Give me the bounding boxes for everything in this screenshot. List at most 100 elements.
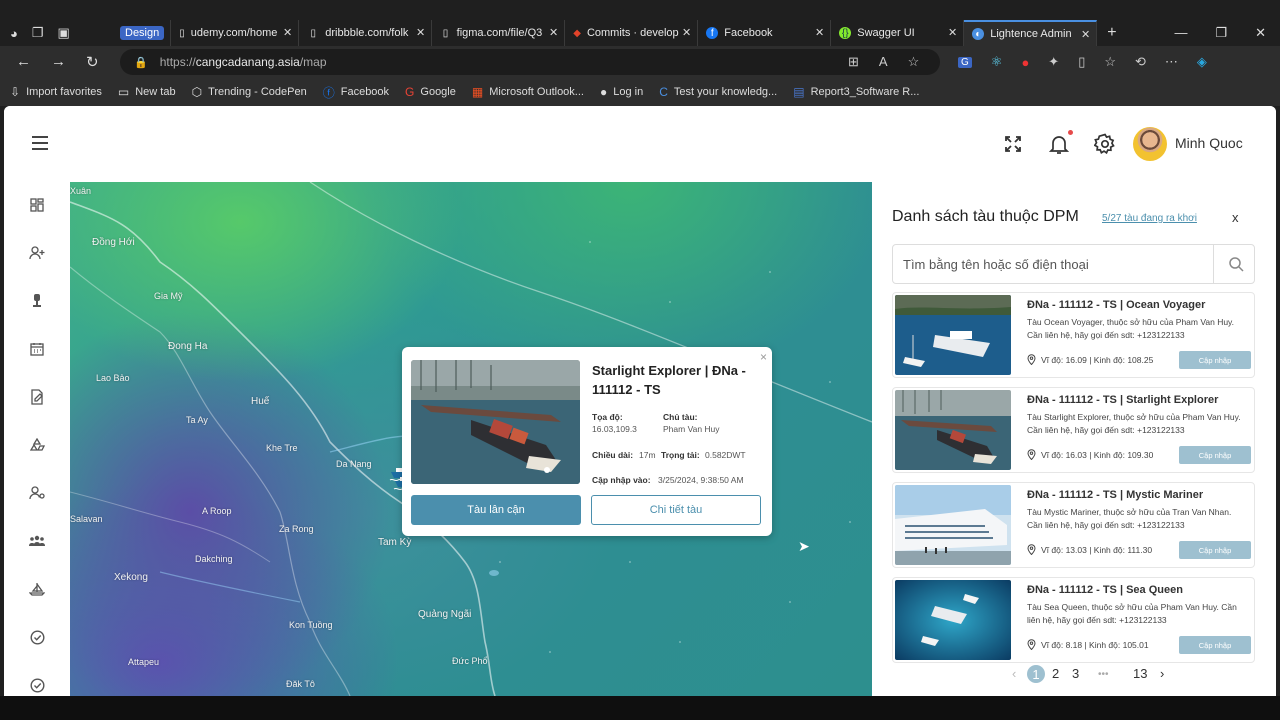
pagination-page-3[interactable]: 3 [1072, 666, 1079, 681]
ship-detail-button[interactable]: Chi tiết tàu [591, 495, 761, 525]
url-field[interactable]: 🔒 https://cangcadanang.asia/map [120, 49, 940, 75]
pagination-next[interactable]: › [1160, 666, 1164, 681]
adblock-icon[interactable]: ● [1021, 55, 1029, 70]
recycle-icon[interactable] [28, 436, 46, 454]
profile-icon[interactable]: ◕ [10, 26, 18, 41]
map-label: Salavan [70, 514, 103, 524]
bookmark-report[interactable]: ▤ Report3_Software R... [793, 85, 919, 99]
tab-lightence[interactable]: ◐ Lightence Admin ✕ [964, 20, 1098, 46]
tab-facebook[interactable]: f Facebook ✕ [698, 20, 832, 46]
bookmark-outlook[interactable]: ▦ Microsoft Outlook... [472, 85, 584, 99]
ship-card-title: ĐNa - 111112 - TS | Mystic Mariner [1027, 489, 1204, 501]
weather-map[interactable]: Xuân Đồng Hới Gia Mỹ Đong Ha Lao Bảo Huế… [70, 182, 872, 696]
workspaces-icon[interactable]: ❐ [32, 25, 44, 41]
notification-dot [1068, 130, 1073, 135]
calendar-icon[interactable] [28, 340, 46, 358]
panel-title: Danh sách tàu thuộc DPM [892, 208, 1079, 225]
pagination-page-1[interactable]: 1 [1027, 665, 1045, 683]
ship-photo [411, 360, 580, 484]
read-aloud-icon[interactable]: A [879, 54, 888, 70]
ship-icon[interactable] [28, 580, 46, 598]
pagination-prev[interactable]: ‹ [1012, 666, 1016, 681]
user-add-icon[interactable] [28, 244, 46, 262]
close-tab-icon[interactable]: ✕ [815, 26, 824, 39]
tab-group-design[interactable]: Design [112, 20, 172, 46]
user-name[interactable]: Minh Quoc [1175, 135, 1243, 151]
copilot-icon[interactable]: ◈ [1197, 54, 1207, 70]
update-button[interactable]: Cập nhập [1179, 541, 1251, 559]
close-tab-icon[interactable]: ✕ [948, 26, 957, 39]
bookmark-google[interactable]: G Google [405, 85, 456, 99]
tab-dribbble[interactable]: ▯ dribbble.com/folk ✕ [299, 20, 433, 46]
user-settings-icon[interactable] [28, 484, 46, 502]
ship-card[interactable]: ĐNa - 111112 - TS | Sea Queen Tàu Sea Qu… [892, 577, 1255, 663]
new-tab-icon[interactable]: + [1107, 24, 1116, 42]
back-icon[interactable]: ← [16, 53, 31, 71]
panel-close-button[interactable]: x [1232, 210, 1239, 225]
minimize-icon[interactable]: — [1174, 25, 1187, 41]
react-devtools-icon[interactable]: ⚛ [991, 54, 1003, 70]
map-label: Tam Kỳ [378, 537, 412, 548]
ship-photo [895, 390, 1011, 470]
trophy-icon[interactable] [28, 292, 46, 310]
pagination-page-last[interactable]: 13 [1133, 666, 1147, 681]
avatar[interactable] [1133, 127, 1167, 161]
bookmark-facebook[interactable]: ⓕ Facebook [323, 84, 389, 101]
fullscreen-icon[interactable] [1001, 132, 1025, 156]
bell-icon[interactable] [1047, 132, 1071, 156]
search-icon[interactable] [1228, 256, 1244, 272]
ship-card[interactable]: ĐNa - 111112 - TS | Ocean Voyager Tàu Oc… [892, 292, 1255, 378]
map-label: Xuân [70, 186, 92, 196]
tab-udemy[interactable]: ▯ udemy.com/home ✕ [171, 20, 300, 46]
refresh-icon[interactable]: ↻ [86, 53, 99, 71]
favorite-star-icon[interactable]: ☆ [908, 54, 920, 70]
bookmark-newtab[interactable]: ▭ New tab [118, 85, 176, 99]
history-icon[interactable]: ⟲ [1135, 54, 1146, 70]
close-tab-icon[interactable]: ✕ [416, 26, 425, 39]
favorites-icon[interactable]: ☆ [1104, 54, 1116, 70]
restore-icon[interactable]: ❐ [1215, 25, 1227, 41]
bookmark-codepen[interactable]: ⬡ Trending - CodePen [192, 85, 307, 99]
ship-card-desc: Tàu Sea Queen, thuộc sở hữu của Pham Van… [1027, 602, 1237, 625]
update-button[interactable]: Cập nhập [1179, 351, 1251, 369]
close-window-icon[interactable]: ✕ [1255, 25, 1266, 41]
ship-card[interactable]: ĐNa - 111112 - TS | Starlight Explorer T… [892, 387, 1255, 473]
ship-card-desc: Tàu Mystic Mariner, thuộc sở hữu của Tra… [1027, 507, 1232, 530]
team-icon[interactable] [28, 532, 46, 550]
ship-card[interactable]: ĐNa - 111112 - TS | Mystic Mariner Tàu M… [892, 482, 1255, 568]
bookmark-test[interactable]: C Test your knowledg... [659, 85, 777, 99]
pagination-ellipsis[interactable]: ••• [1098, 669, 1109, 680]
apps-icon[interactable]: ⊞ [848, 54, 859, 70]
more-icon[interactable]: ⋯ [1165, 54, 1178, 70]
bookmark-import[interactable]: ⇩ Import favorites [10, 85, 102, 99]
tab-actions-icon[interactable]: ▣ [58, 25, 70, 41]
tab-commits[interactable]: ◆ Commits · develop ✕ [565, 20, 699, 46]
update-button[interactable]: Cập nhập [1179, 446, 1251, 464]
check-circle-icon[interactable] [28, 676, 46, 694]
forward-icon[interactable]: → [51, 53, 66, 71]
active-ships-link[interactable]: 5/27 tàu đang ra khơi [1102, 213, 1197, 224]
update-button[interactable]: Cập nhập [1179, 636, 1251, 654]
document-edit-icon[interactable] [28, 388, 46, 406]
extensions-icon[interactable]: ✦ [1048, 54, 1059, 70]
dashboard-icon[interactable] [28, 196, 46, 214]
split-screen-icon[interactable]: ▯ [1078, 54, 1085, 70]
close-tab-icon[interactable]: ✕ [549, 26, 558, 39]
bookmark-login[interactable]: ● Log in [600, 85, 643, 99]
ship-photo [895, 295, 1011, 375]
github-icon: ● [599, 85, 608, 99]
settings-gear-icon[interactable] [1093, 132, 1117, 156]
menu-icon[interactable] [32, 136, 48, 150]
close-tab-icon[interactable]: ✕ [682, 26, 691, 39]
map-label: Gia Mỹ [154, 291, 183, 301]
search-input[interactable] [893, 245, 1213, 283]
check-circle-icon[interactable] [28, 628, 46, 646]
close-tab-icon[interactable]: ✕ [1081, 28, 1090, 41]
tab-swagger[interactable]: {} Swagger UI ✕ [831, 20, 965, 46]
nearby-ships-button[interactable]: Tàu lân cận [411, 495, 581, 525]
codepen-icon: ⬡ [191, 85, 203, 99]
tab-figma[interactable]: ▯ figma.com/file/Q3 ✕ [432, 20, 566, 46]
close-tab-icon[interactable]: ✕ [283, 26, 292, 39]
pagination-page-2[interactable]: 2 [1052, 666, 1059, 681]
translate-icon[interactable]: G [958, 56, 972, 68]
